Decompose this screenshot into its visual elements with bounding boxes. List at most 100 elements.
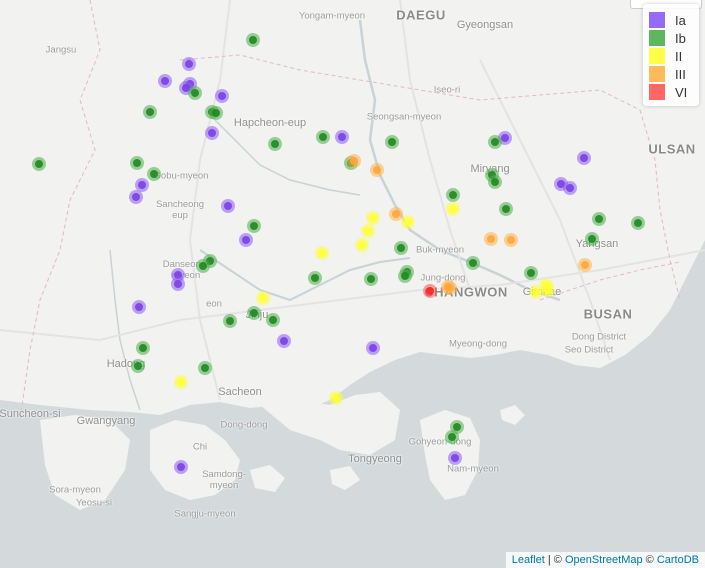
- marker-core: [444, 283, 452, 291]
- marker-core: [404, 218, 412, 226]
- map-attribution: Leaflet | © OpenStreetMap © CartoDB: [505, 552, 705, 568]
- marker-ib[interactable]: [32, 157, 46, 171]
- marker-iii[interactable]: [578, 258, 592, 272]
- marker-ib[interactable]: [488, 175, 502, 189]
- marker-ii[interactable]: [315, 246, 329, 260]
- marker-core: [491, 178, 499, 186]
- marker-ib[interactable]: [223, 314, 237, 328]
- marker-ii[interactable]: [401, 215, 415, 229]
- marker-ia[interactable]: [171, 277, 185, 291]
- marker-ib[interactable]: [592, 212, 606, 226]
- legend-swatch-iii: [649, 66, 665, 82]
- marker-core: [269, 316, 277, 324]
- marker-ib[interactable]: [247, 306, 261, 320]
- attribution-separator-2: ©: [642, 554, 657, 566]
- marker-iii[interactable]: [484, 232, 498, 246]
- marker-ib[interactable]: [188, 86, 202, 100]
- marker-ia[interactable]: [277, 334, 291, 348]
- marker-ia[interactable]: [158, 74, 172, 88]
- marker-iii[interactable]: [347, 154, 361, 168]
- marker-ib[interactable]: [136, 341, 150, 355]
- marker-ii[interactable]: [541, 283, 555, 297]
- marker-core: [250, 309, 258, 317]
- marker-iii[interactable]: [389, 207, 403, 221]
- marker-core: [634, 219, 642, 227]
- marker-ia[interactable]: [335, 130, 349, 144]
- marker-core: [544, 286, 552, 294]
- marker-ii[interactable]: [361, 224, 375, 238]
- marker-iii[interactable]: [504, 233, 518, 247]
- marker-ia[interactable]: [205, 126, 219, 140]
- legend: Ia Ib II III VI: [643, 4, 699, 106]
- marker-ib[interactable]: [247, 219, 261, 233]
- marker-ib[interactable]: [631, 216, 645, 230]
- marker-ib[interactable]: [147, 167, 161, 181]
- marker-ii[interactable]: [355, 238, 369, 252]
- marker-ia[interactable]: [366, 341, 380, 355]
- map-container[interactable]: DAEGU Gyeongsan Yongam-myeon Jangsu Iseo…: [0, 0, 705, 568]
- marker-ia[interactable]: [221, 199, 235, 213]
- marker-ib[interactable]: [308, 271, 322, 285]
- marker-core: [177, 463, 185, 471]
- marker-vi[interactable]: [423, 284, 437, 298]
- marker-core: [174, 280, 182, 288]
- marker-ib[interactable]: [445, 430, 459, 444]
- marker-ia[interactable]: [132, 300, 146, 314]
- marker-ib[interactable]: [488, 135, 502, 149]
- marker-iii[interactable]: [370, 163, 384, 177]
- marker-ia[interactable]: [174, 460, 188, 474]
- marker-core: [373, 166, 381, 174]
- marker-core: [242, 236, 250, 244]
- marker-ib[interactable]: [143, 105, 157, 119]
- marker-ii[interactable]: [174, 375, 188, 389]
- marker-ii[interactable]: [366, 211, 380, 225]
- marker-ia[interactable]: [239, 233, 253, 247]
- marker-ib[interactable]: [266, 313, 280, 327]
- marker-ib[interactable]: [499, 202, 513, 216]
- marker-ib[interactable]: [385, 135, 399, 149]
- marker-ib[interactable]: [198, 361, 212, 375]
- cartodb-link[interactable]: CartoDB: [657, 554, 699, 566]
- marker-ib[interactable]: [524, 266, 538, 280]
- marker-ib[interactable]: [394, 241, 408, 255]
- marker-ia[interactable]: [182, 57, 196, 71]
- marker-ia[interactable]: [577, 151, 591, 165]
- marker-core: [507, 236, 515, 244]
- marker-ib[interactable]: [130, 156, 144, 170]
- marker-core: [271, 140, 279, 148]
- leaflet-link[interactable]: Leaflet: [512, 554, 545, 566]
- marker-ib[interactable]: [466, 256, 480, 270]
- marker-ib[interactable]: [209, 106, 223, 120]
- marker-ib[interactable]: [585, 232, 599, 246]
- marker-ib[interactable]: [316, 130, 330, 144]
- marker-core: [134, 362, 142, 370]
- marker-core: [319, 133, 327, 141]
- legend-swatch-ia: [649, 12, 665, 28]
- legend-item-vi: VI: [649, 83, 687, 101]
- marker-ii[interactable]: [446, 202, 460, 216]
- marker-ib[interactable]: [131, 359, 145, 373]
- marker-core: [199, 262, 207, 270]
- marker-core: [161, 77, 169, 85]
- marker-ia[interactable]: [135, 178, 149, 192]
- marker-core: [448, 433, 456, 441]
- marker-ib[interactable]: [446, 188, 460, 202]
- marker-ib[interactable]: [268, 137, 282, 151]
- marker-iii[interactable]: [441, 280, 455, 294]
- marker-ii[interactable]: [529, 285, 543, 299]
- marker-core: [250, 222, 258, 230]
- marker-layer: [32, 33, 645, 474]
- marker-ia[interactable]: [215, 89, 229, 103]
- marker-ia[interactable]: [448, 451, 462, 465]
- openstreetmap-link[interactable]: OpenStreetMap: [565, 554, 643, 566]
- marker-core: [35, 160, 43, 168]
- marker-ia[interactable]: [563, 181, 577, 195]
- marker-ii[interactable]: [329, 391, 343, 405]
- marker-ib[interactable]: [246, 33, 260, 47]
- marker-core: [392, 210, 400, 218]
- marker-ib[interactable]: [196, 259, 210, 273]
- marker-ia[interactable]: [129, 190, 143, 204]
- marker-ii[interactable]: [256, 291, 270, 305]
- marker-ib[interactable]: [364, 272, 378, 286]
- marker-ib[interactable]: [398, 269, 412, 283]
